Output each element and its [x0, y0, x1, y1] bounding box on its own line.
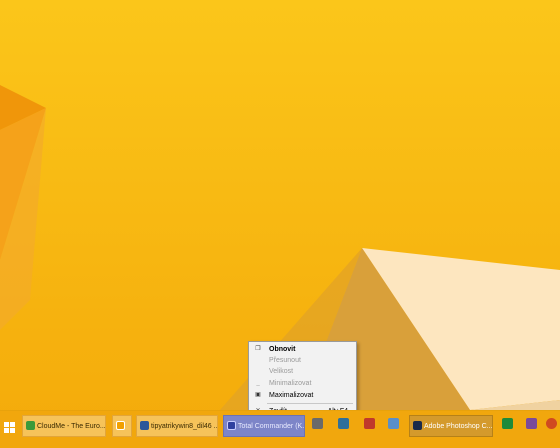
photoshop-icon: [413, 421, 422, 430]
app-icon: [116, 421, 125, 430]
windows-logo-icon: [4, 422, 15, 433]
maximize-icon: ▣: [255, 392, 261, 398]
taskbar-button-label: Total Commander (K...: [238, 423, 305, 430]
menu-item-restore[interactable]: ❐ Obnovit: [251, 344, 354, 355]
taskbar: CloudMe - The Euro... tipyatrikywin8_dil…: [0, 410, 560, 448]
menu-item-size[interactable]: Velikost: [251, 366, 354, 377]
menu-item-label: Přesunout: [269, 357, 301, 364]
menu-item-minimize[interactable]: _ Minimalizovat: [251, 378, 354, 389]
menu-item-label: Maximalizovat: [269, 392, 314, 399]
menu-item-label: Velikost: [269, 368, 294, 375]
pinned-app-icon[interactable]: [388, 418, 399, 429]
menu-separator: [267, 403, 353, 404]
window-context-menu: ❐ Obnovit Přesunout Velikost _ Minimaliz…: [248, 341, 357, 421]
taskbar-button-label: tipyatrikywin8_dil46 ...: [151, 423, 218, 430]
taskbar-button-word[interactable]: tipyatrikywin8_dil46 ...: [136, 415, 218, 437]
pinned-app-icon[interactable]: [364, 418, 375, 429]
taskbar-button-total-commander[interactable]: Total Commander (K...: [223, 415, 305, 437]
taskbar-button-app[interactable]: [112, 415, 132, 437]
taskbar-button-photoshop[interactable]: Adobe Photoshop C...: [409, 415, 493, 437]
pinned-app-icon[interactable]: [546, 418, 557, 429]
desktop: ❐ Obnovit Přesunout Velikost _ Minimaliz…: [0, 0, 560, 447]
restore-icon: ❐: [255, 346, 261, 352]
total-commander-icon: [227, 421, 236, 430]
taskbar-button-cloudme[interactable]: CloudMe - The Euro...: [22, 415, 106, 437]
word-icon: [140, 421, 149, 430]
pinned-app-icon[interactable]: [526, 418, 537, 429]
chrome-icon: [26, 421, 35, 430]
taskbar-button-label: CloudMe - The Euro...: [37, 423, 106, 430]
taskbar-button-label: Adobe Photoshop C...: [424, 423, 493, 430]
start-button[interactable]: [4, 420, 15, 433]
pinned-app-icon[interactable]: [312, 418, 323, 429]
menu-item-label: Minimalizovat: [269, 380, 312, 387]
excel-icon[interactable]: [502, 418, 513, 429]
pinned-app-icon[interactable]: [338, 418, 349, 429]
minimize-icon: _: [256, 380, 260, 386]
menu-item-maximize[interactable]: ▣ Maximalizovat: [251, 390, 354, 401]
menu-item-move[interactable]: Přesunout: [251, 355, 354, 366]
menu-item-label: Obnovit: [269, 346, 296, 353]
